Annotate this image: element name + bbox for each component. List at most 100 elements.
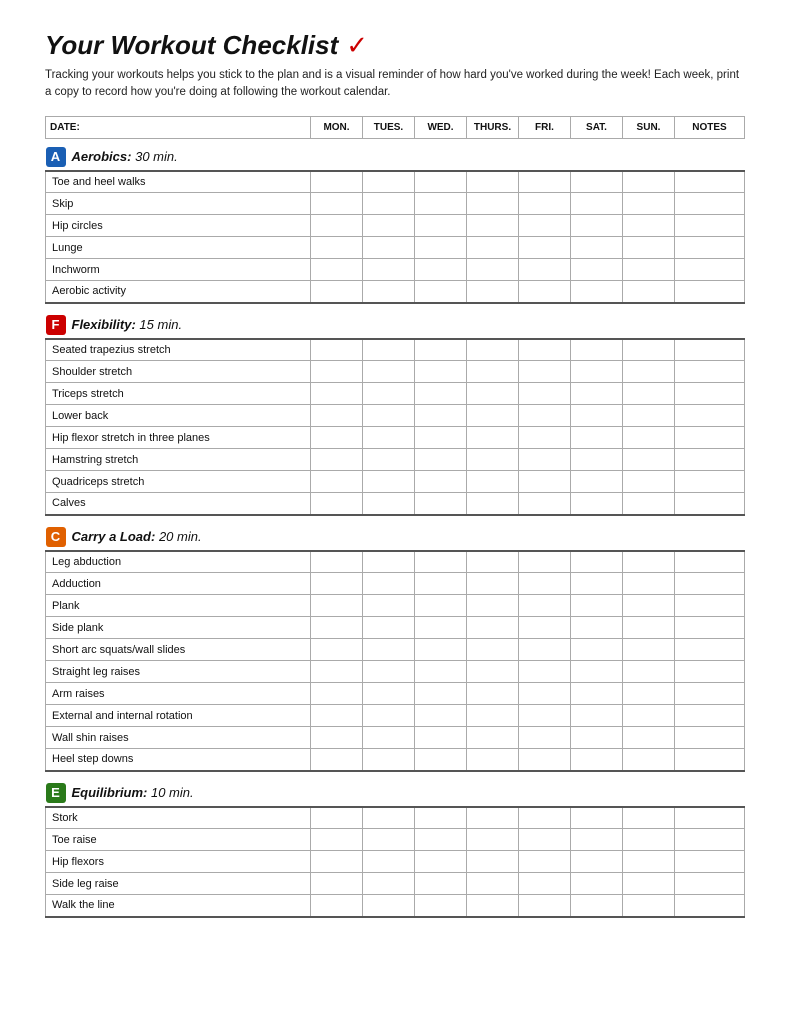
notes-cell[interactable] xyxy=(675,851,745,873)
check-cell[interactable] xyxy=(311,551,363,573)
check-cell[interactable] xyxy=(467,595,519,617)
check-cell[interactable] xyxy=(571,339,623,361)
check-cell[interactable] xyxy=(571,193,623,215)
check-cell[interactable] xyxy=(363,661,415,683)
check-cell[interactable] xyxy=(415,281,467,303)
check-cell[interactable] xyxy=(363,259,415,281)
check-cell[interactable] xyxy=(467,383,519,405)
check-cell[interactable] xyxy=(363,237,415,259)
check-cell[interactable] xyxy=(415,873,467,895)
check-cell[interactable] xyxy=(571,259,623,281)
check-cell[interactable] xyxy=(311,281,363,303)
check-cell[interactable] xyxy=(519,617,571,639)
check-cell[interactable] xyxy=(311,829,363,851)
notes-cell[interactable] xyxy=(675,493,745,515)
check-cell[interactable] xyxy=(363,573,415,595)
check-cell[interactable] xyxy=(571,683,623,705)
check-cell[interactable] xyxy=(571,215,623,237)
check-cell[interactable] xyxy=(311,851,363,873)
check-cell[interactable] xyxy=(467,339,519,361)
notes-cell[interactable] xyxy=(675,405,745,427)
check-cell[interactable] xyxy=(311,215,363,237)
check-cell[interactable] xyxy=(415,259,467,281)
check-cell[interactable] xyxy=(623,427,675,449)
check-cell[interactable] xyxy=(519,873,571,895)
check-cell[interactable] xyxy=(467,493,519,515)
check-cell[interactable] xyxy=(571,617,623,639)
check-cell[interactable] xyxy=(467,639,519,661)
check-cell[interactable] xyxy=(571,595,623,617)
check-cell[interactable] xyxy=(311,427,363,449)
check-cell[interactable] xyxy=(363,449,415,471)
check-cell[interactable] xyxy=(311,573,363,595)
check-cell[interactable] xyxy=(519,339,571,361)
notes-cell[interactable] xyxy=(675,639,745,661)
check-cell[interactable] xyxy=(415,895,467,917)
check-cell[interactable] xyxy=(519,829,571,851)
check-cell[interactable] xyxy=(363,405,415,427)
check-cell[interactable] xyxy=(415,449,467,471)
check-cell[interactable] xyxy=(415,427,467,449)
check-cell[interactable] xyxy=(311,193,363,215)
check-cell[interactable] xyxy=(623,661,675,683)
notes-cell[interactable] xyxy=(675,683,745,705)
check-cell[interactable] xyxy=(415,851,467,873)
check-cell[interactable] xyxy=(363,171,415,193)
check-cell[interactable] xyxy=(571,281,623,303)
check-cell[interactable] xyxy=(519,193,571,215)
check-cell[interactable] xyxy=(519,639,571,661)
notes-cell[interactable] xyxy=(675,237,745,259)
check-cell[interactable] xyxy=(519,361,571,383)
check-cell[interactable] xyxy=(519,171,571,193)
notes-cell[interactable] xyxy=(675,215,745,237)
check-cell[interactable] xyxy=(415,705,467,727)
check-cell[interactable] xyxy=(363,749,415,771)
check-cell[interactable] xyxy=(571,493,623,515)
check-cell[interactable] xyxy=(311,807,363,829)
check-cell[interactable] xyxy=(311,749,363,771)
check-cell[interactable] xyxy=(519,683,571,705)
notes-cell[interactable] xyxy=(675,383,745,405)
check-cell[interactable] xyxy=(311,639,363,661)
notes-cell[interactable] xyxy=(675,449,745,471)
check-cell[interactable] xyxy=(415,683,467,705)
check-cell[interactable] xyxy=(311,471,363,493)
check-cell[interactable] xyxy=(571,749,623,771)
check-cell[interactable] xyxy=(519,749,571,771)
check-cell[interactable] xyxy=(519,281,571,303)
check-cell[interactable] xyxy=(623,405,675,427)
check-cell[interactable] xyxy=(415,573,467,595)
check-cell[interactable] xyxy=(467,617,519,639)
check-cell[interactable] xyxy=(467,873,519,895)
check-cell[interactable] xyxy=(415,339,467,361)
check-cell[interactable] xyxy=(467,281,519,303)
notes-cell[interactable] xyxy=(675,281,745,303)
check-cell[interactable] xyxy=(467,215,519,237)
check-cell[interactable] xyxy=(623,193,675,215)
notes-cell[interactable] xyxy=(675,661,745,683)
check-cell[interactable] xyxy=(519,237,571,259)
check-cell[interactable] xyxy=(571,705,623,727)
check-cell[interactable] xyxy=(467,193,519,215)
check-cell[interactable] xyxy=(415,361,467,383)
check-cell[interactable] xyxy=(311,595,363,617)
check-cell[interactable] xyxy=(519,259,571,281)
check-cell[interactable] xyxy=(415,661,467,683)
notes-cell[interactable] xyxy=(675,829,745,851)
check-cell[interactable] xyxy=(571,551,623,573)
check-cell[interactable] xyxy=(311,683,363,705)
notes-cell[interactable] xyxy=(675,427,745,449)
check-cell[interactable] xyxy=(571,873,623,895)
check-cell[interactable] xyxy=(467,829,519,851)
notes-cell[interactable] xyxy=(675,727,745,749)
check-cell[interactable] xyxy=(519,851,571,873)
check-cell[interactable] xyxy=(519,573,571,595)
check-cell[interactable] xyxy=(571,661,623,683)
check-cell[interactable] xyxy=(623,551,675,573)
check-cell[interactable] xyxy=(623,493,675,515)
check-cell[interactable] xyxy=(623,639,675,661)
check-cell[interactable] xyxy=(415,551,467,573)
check-cell[interactable] xyxy=(519,449,571,471)
check-cell[interactable] xyxy=(623,383,675,405)
check-cell[interactable] xyxy=(623,595,675,617)
